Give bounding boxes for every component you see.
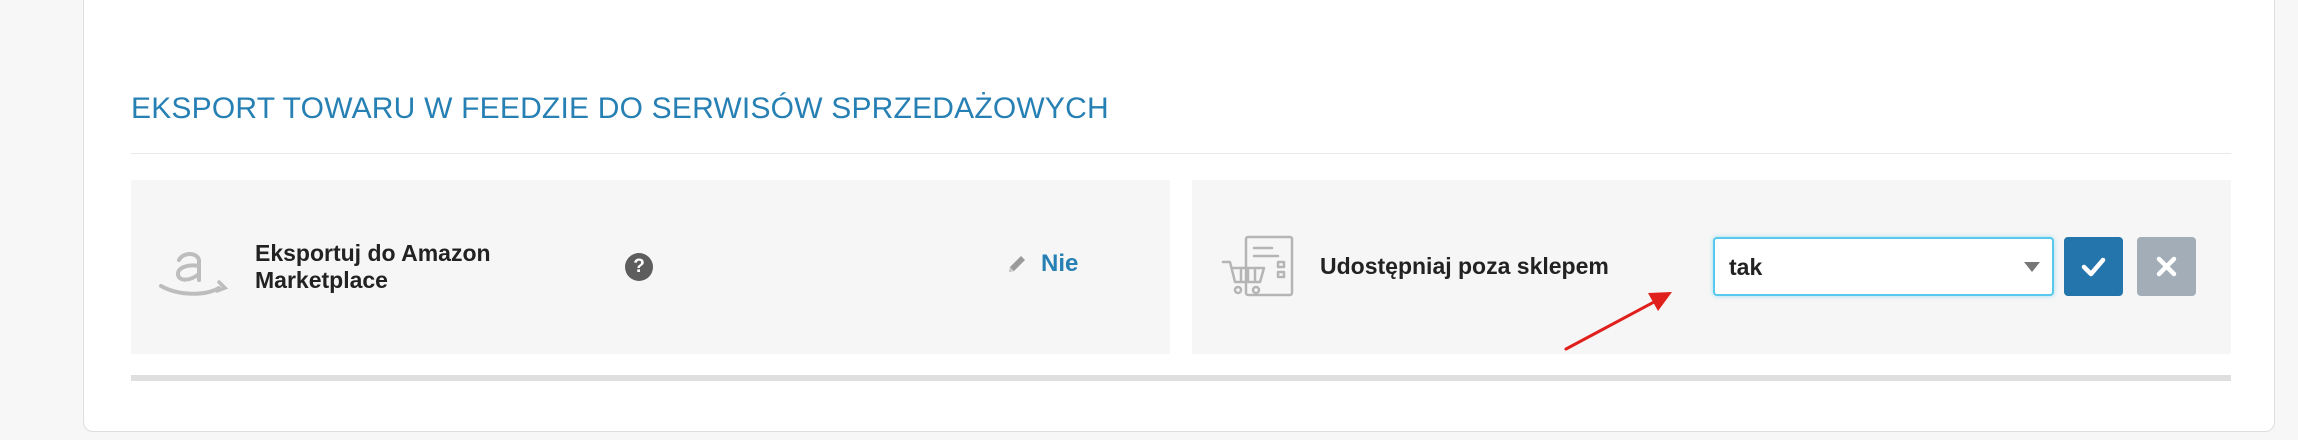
amazon-icon — [159, 252, 229, 296]
pencil-icon — [1009, 256, 1025, 272]
amazon-export-edit-link[interactable]: Nie — [1006, 250, 1078, 278]
confirm-button[interactable] — [2064, 237, 2123, 296]
amazon-export-label: Eksportuj do Amazon Marketplace — [255, 240, 491, 293]
select-value: tak — [1729, 254, 1763, 280]
share-outside-store-label: Udostępniaj poza sklepem — [1320, 253, 1609, 279]
page: EKSPORT TOWARU W FEEDZIE DO SERWISÓW SPR… — [0, 0, 2298, 440]
cancel-button[interactable] — [2137, 237, 2196, 296]
title-divider — [131, 153, 2231, 154]
bottom-divider — [131, 375, 2231, 381]
share-outside-store-select[interactable]: tak — [1713, 237, 2054, 296]
section-title: EKSPORT TOWARU W FEEDZIE DO SERWISÓW SPR… — [131, 92, 1109, 125]
close-icon — [2156, 256, 2177, 277]
check-icon — [2081, 257, 2106, 277]
amazon-export-row: Eksportuj do Amazon Marketplace ? Nie — [131, 180, 1170, 354]
store-share-icon — [1221, 235, 1294, 297]
help-icon[interactable]: ? — [625, 253, 653, 281]
annotation-arrow-icon — [1564, 292, 1672, 351]
amazon-export-value[interactable]: Nie — [1041, 250, 1078, 278]
chevron-down-icon — [2024, 262, 2040, 272]
